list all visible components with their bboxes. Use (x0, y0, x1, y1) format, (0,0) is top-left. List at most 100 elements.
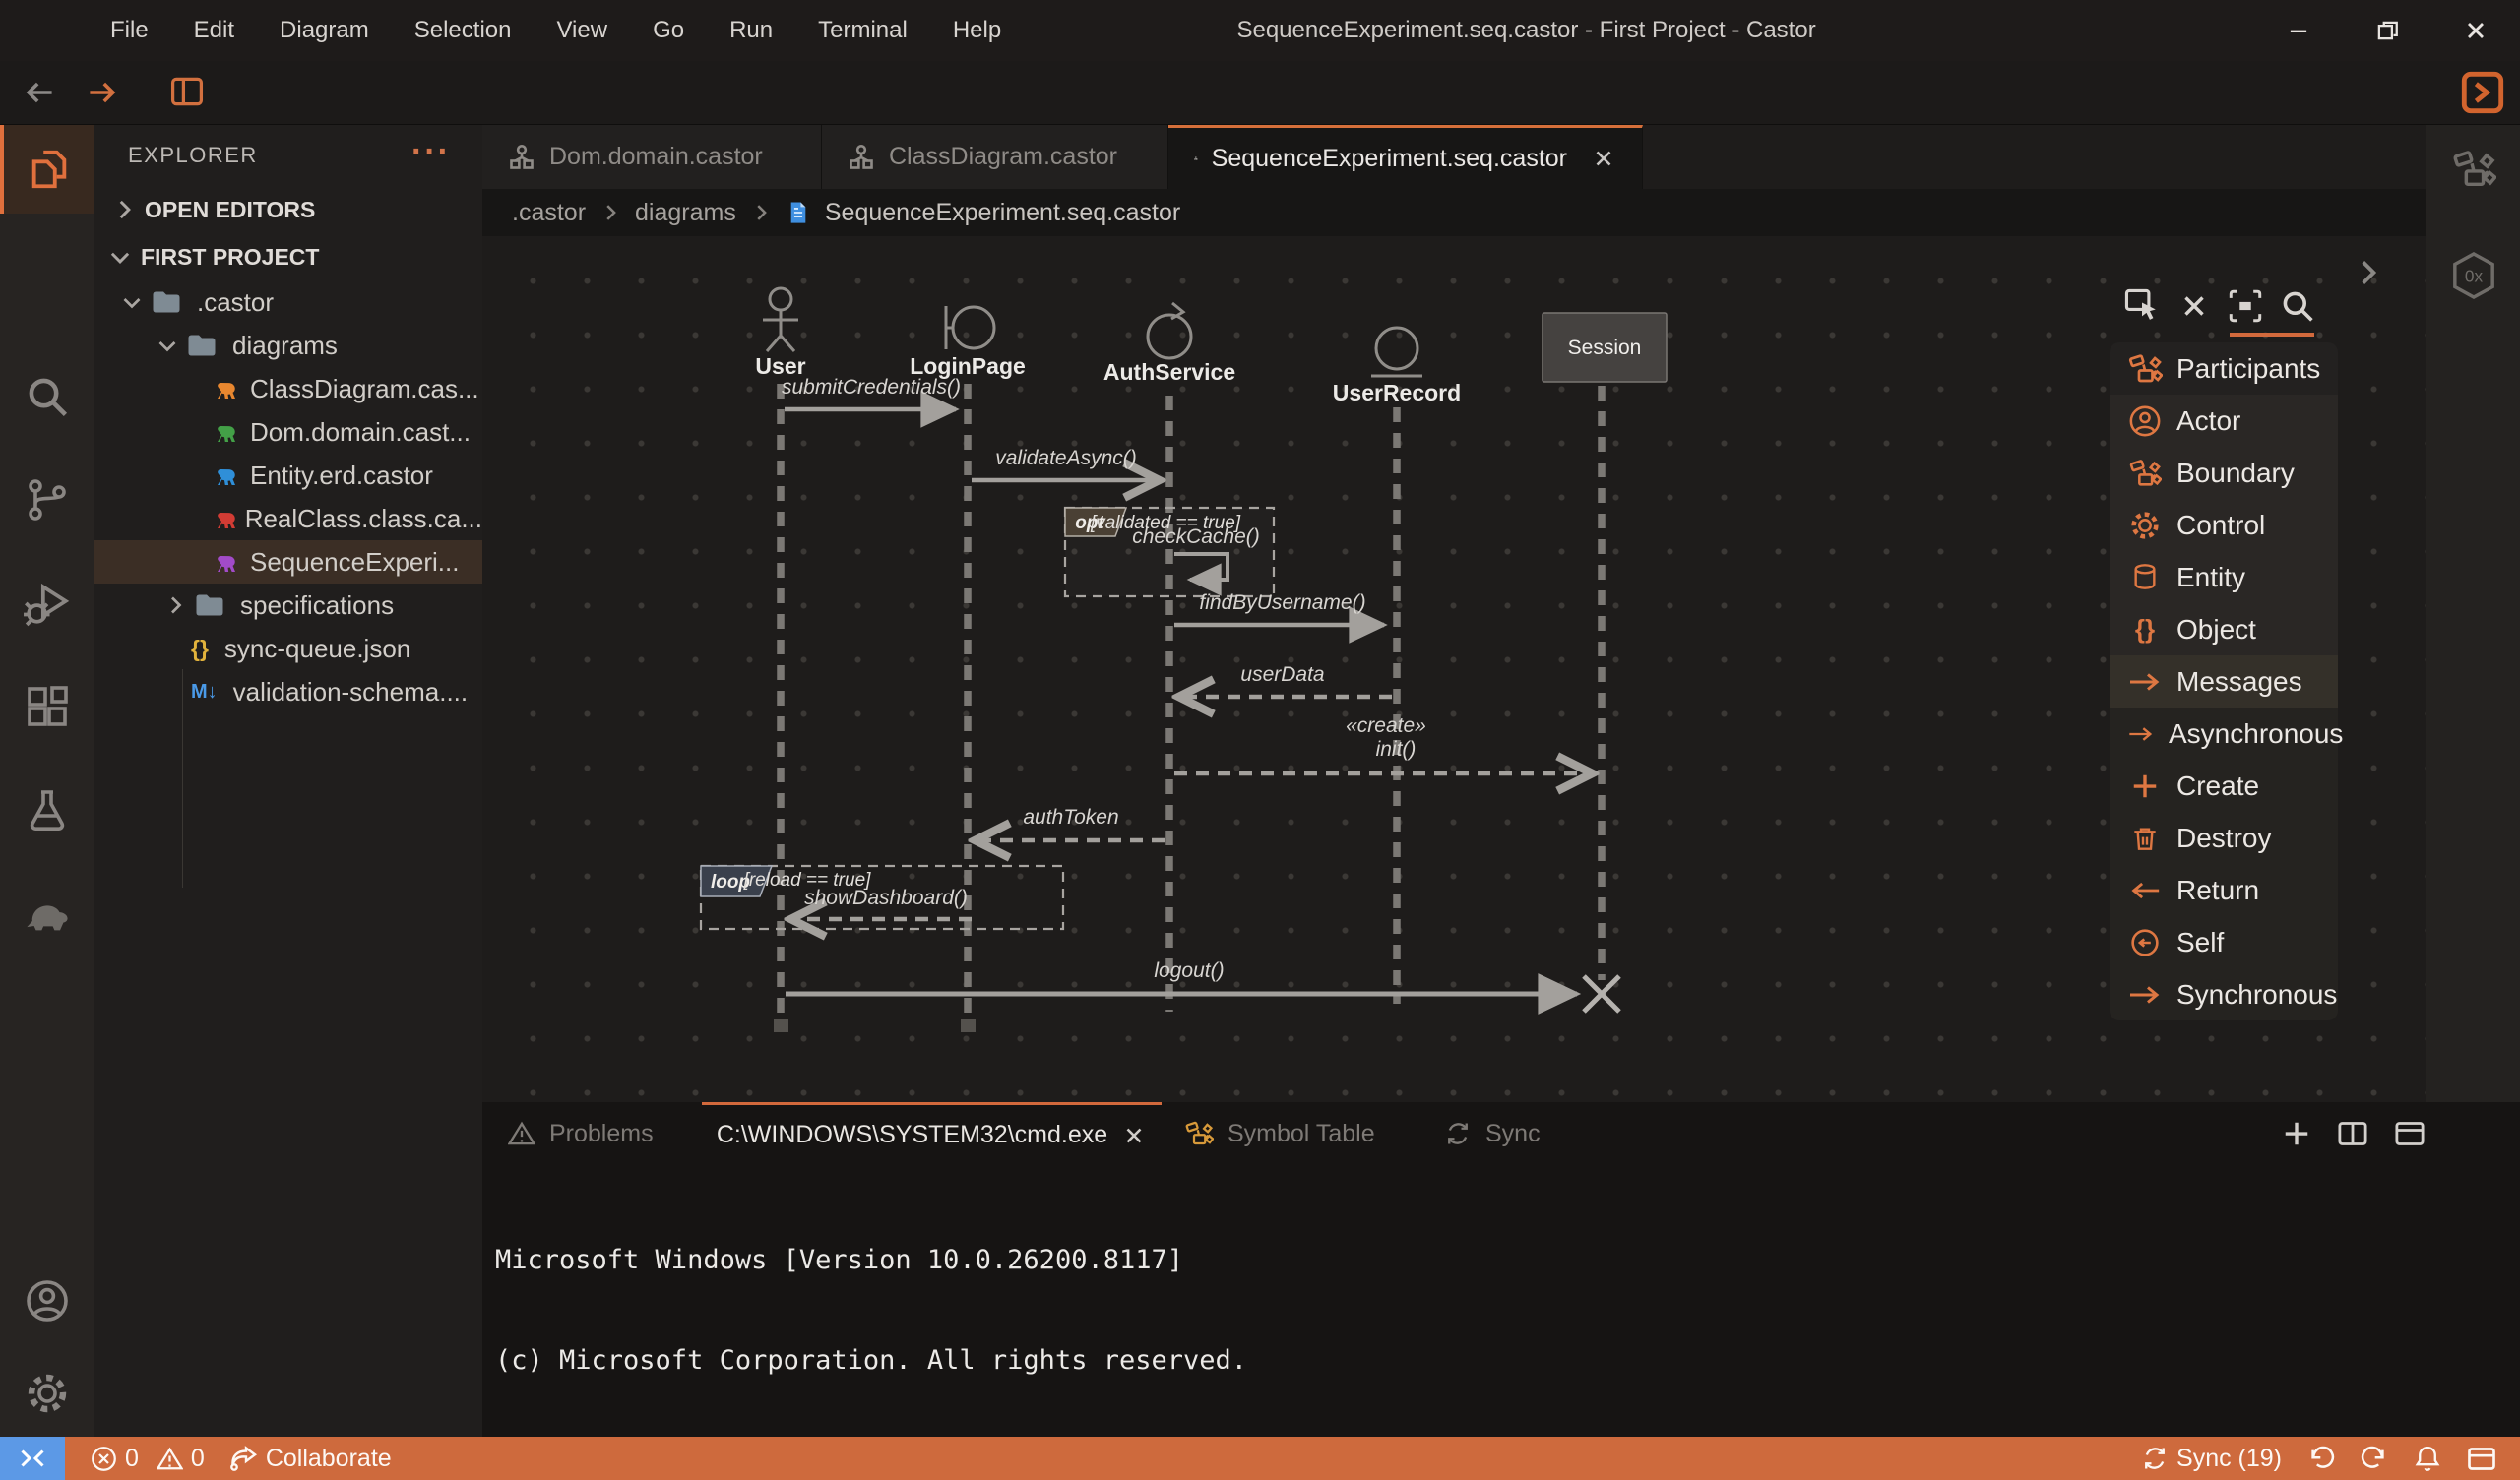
terminal-output[interactable]: Microsoft Windows [Version 10.0.26200.81… (495, 1177, 1247, 1480)
palette-item-entity[interactable]: Entity (2110, 551, 2338, 603)
select-cursor-icon[interactable] (2123, 287, 2161, 325)
collaborate-status[interactable]: Collaborate (228, 1445, 392, 1473)
panel-tab-sync[interactable]: Sync (1444, 1102, 1541, 1165)
diagram-canvas[interactable]: User LoginPage AuthService UserRecord Se… (482, 236, 2426, 1102)
castor-beaver-icon[interactable] (0, 869, 94, 957)
panel-layout-icon[interactable] (2467, 1446, 2496, 1472)
project-section[interactable]: FIRST PROJECT (94, 233, 482, 280)
destroy-marker[interactable] (1584, 976, 1619, 1012)
new-terminal-plus-icon[interactable] (2282, 1119, 2311, 1148)
tab-sequence-experiment[interactable]: SequenceExperiment.seq.castor (1168, 125, 1643, 189)
source-control-icon[interactable] (0, 456, 94, 544)
search-icon[interactable] (0, 352, 94, 441)
tree-item-validation-schema[interactable]: M↓ validation-schema.... (94, 670, 482, 713)
fragment-opt[interactable]: opt [validated == true] (1065, 508, 1274, 596)
menu-selection[interactable]: Selection (414, 17, 512, 44)
hex-0x-icon[interactable] (2451, 251, 2496, 300)
lifelines[interactable] (781, 384, 1602, 1029)
more-actions-icon[interactable]: ··· (411, 133, 451, 171)
explorer-activity-icon[interactable] (0, 125, 94, 214)
breadcrumb-castor[interactable]: .castor (512, 199, 586, 227)
zoom-search-icon[interactable] (2280, 288, 2315, 324)
panel-tab-problems[interactable]: Problems (508, 1102, 654, 1165)
account-icon[interactable] (0, 1257, 94, 1345)
message-logout[interactable]: logout() (786, 959, 1577, 994)
tree-item-castor-folder[interactable]: .castor (94, 280, 482, 324)
back-icon[interactable] (22, 75, 57, 110)
fit-frame-icon[interactable] (2228, 288, 2263, 324)
palette-item-control[interactable]: Control (2110, 499, 2338, 551)
warnings-status[interactable]: 0 (157, 1445, 205, 1473)
menu-diagram[interactable]: Diagram (280, 17, 369, 44)
tree-item-sequence-experiment[interactable]: SequenceExperi... (94, 540, 482, 584)
menu-view[interactable]: View (556, 17, 607, 44)
close-icon[interactable] (1121, 1123, 1147, 1148)
tree-item-specifications-folder[interactable]: specifications (94, 584, 482, 627)
expand-panel-chevron-icon[interactable] (2351, 256, 2384, 289)
diagram-shapes-icon[interactable] (2451, 147, 2496, 192)
palette-group-messages[interactable]: Messages (2110, 655, 2338, 708)
tab-classdiagram[interactable]: ClassDiagram.castor (822, 125, 1168, 189)
extensions-icon[interactable] (0, 662, 94, 751)
participant-userrecord[interactable]: UserRecord (1333, 328, 1461, 405)
palette-item-actor[interactable]: Actor (2110, 395, 2338, 447)
tree-item-realclass[interactable]: RealClass.class.ca... (94, 497, 482, 540)
message-find-by-username[interactable]: findByUsername() (1174, 591, 1384, 625)
palette-item-object[interactable]: {} Object (2110, 603, 2338, 655)
open-editors-section[interactable]: OPEN EDITORS (94, 186, 482, 233)
menu-terminal[interactable]: Terminal (818, 17, 908, 44)
breadcrumb-diagrams[interactable]: diagrams (635, 199, 736, 227)
message-user-data[interactable]: userData (1182, 663, 1392, 697)
minimize-button[interactable] (2254, 0, 2343, 61)
participant-loginpage[interactable]: LoginPage (910, 306, 1026, 379)
tree-item-classdiagram[interactable]: ClassDiagram.cas... (94, 367, 482, 410)
tree-item-dom-domain[interactable]: Dom.domain.cast... (94, 410, 482, 454)
palette-item-destroy[interactable]: Destroy (2110, 812, 2338, 864)
settings-gear-icon[interactable] (0, 1349, 94, 1438)
palette-group-participants[interactable]: Participants (2110, 342, 2338, 395)
breadcrumb-file[interactable]: SequenceExperiment.seq.castor (825, 199, 1180, 227)
participant-authservice[interactable]: AuthService (1103, 303, 1235, 385)
tab-dom-domain[interactable]: Dom.domain.castor (482, 125, 822, 189)
message-create-init[interactable]: «create» init() (1174, 714, 1589, 773)
tree-item-entity-erd[interactable]: Entity.erd.castor (94, 454, 482, 497)
remote-indicator[interactable] (0, 1437, 65, 1480)
terminal-launch-icon[interactable] (2461, 71, 2504, 114)
close-tab-icon[interactable] (1591, 146, 1616, 171)
undo-icon[interactable] (2307, 1445, 2335, 1472)
message-validate-async[interactable]: validateAsync() (972, 447, 1156, 480)
palette-item-synchronous[interactable]: Synchronous (2110, 968, 2338, 1020)
tree-item-sync-queue[interactable]: {} sync-queue.json (94, 627, 482, 670)
restore-button[interactable] (2343, 0, 2431, 61)
run-debug-icon[interactable] (0, 559, 94, 648)
sync-status[interactable]: Sync (19) (2141, 1445, 2282, 1473)
menu-go[interactable]: Go (653, 17, 684, 44)
palette-item-boundary[interactable]: Boundary (2110, 447, 2338, 499)
forward-icon[interactable] (85, 75, 120, 110)
palette-item-self[interactable]: Self (2110, 916, 2338, 968)
bell-icon[interactable] (2414, 1445, 2441, 1472)
panel-tab-symbol-table[interactable]: Symbol Table (1184, 1102, 1375, 1165)
message-show-dashboard[interactable]: showDashboard() (794, 887, 972, 919)
palette-item-asynchronous[interactable]: Asynchronous (2110, 708, 2338, 760)
panel-tab-cmd[interactable]: C:\WINDOWS\SYSTEM32\cmd.exe (702, 1102, 1162, 1165)
redo-icon[interactable] (2361, 1445, 2388, 1472)
testing-beaker-icon[interactable] (0, 766, 94, 854)
menu-run[interactable]: Run (729, 17, 773, 44)
menu-file[interactable]: File (110, 17, 149, 44)
split-layout-icon[interactable] (169, 75, 205, 108)
participant-user[interactable]: User (755, 288, 805, 379)
maximize-panel-icon[interactable] (2394, 1120, 2426, 1147)
message-auth-token[interactable]: authToken (978, 806, 1165, 840)
delete-x-icon[interactable] (2177, 289, 2211, 323)
split-terminal-icon[interactable] (2337, 1120, 2368, 1147)
close-button[interactable] (2431, 0, 2520, 61)
palette-item-return[interactable]: Return (2110, 864, 2338, 916)
tree-item-diagrams-folder[interactable]: diagrams (94, 324, 482, 367)
menu-edit[interactable]: Edit (194, 17, 234, 44)
message-submit-credentials[interactable]: submitCredentials() (782, 376, 961, 409)
errors-status[interactable]: 0 (91, 1445, 139, 1473)
palette-item-create[interactable]: Create (2110, 760, 2338, 812)
participant-session[interactable]: Session (1543, 313, 1667, 382)
menu-help[interactable]: Help (953, 17, 1001, 44)
